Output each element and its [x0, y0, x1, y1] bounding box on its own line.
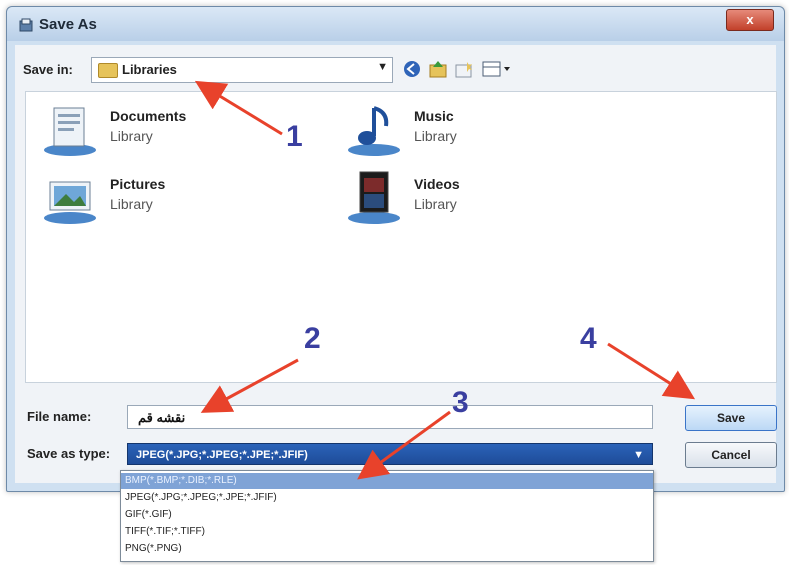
save-as-dialog: Save As x Save in: Libraries ▼ Documents…	[6, 6, 785, 492]
annotation-label-3: 3	[452, 386, 469, 419]
list-item[interactable]: Music Library	[344, 102, 564, 158]
chevron-down-icon[interactable]: ▼	[633, 444, 644, 466]
close-button[interactable]: x	[726, 9, 774, 31]
dropdown-option[interactable]: JPEG(*.JPG;*.JPEG;*.JPE;*.JFIF)	[121, 490, 653, 506]
new-folder-icon[interactable]	[453, 59, 475, 79]
save-as-type-value: JPEG(*.JPG;*.JPEG;*.JPE;*.JFIF)	[136, 449, 308, 461]
window-title: Save As	[39, 16, 97, 33]
item-name: Music	[414, 108, 454, 124]
videos-library-icon	[348, 171, 400, 224]
documents-library-icon	[44, 107, 96, 156]
chevron-down-icon[interactable]: ▼	[377, 61, 388, 73]
cancel-button[interactable]: Cancel	[685, 442, 777, 468]
list-item[interactable]: Pictures Library	[40, 170, 260, 226]
item-name: Videos	[414, 176, 460, 192]
dropdown-option[interactable]: TIFF(*.TIF;*.TIFF)	[121, 524, 653, 540]
file-name-label: File name:	[27, 409, 92, 424]
view-menu-icon[interactable]	[481, 59, 513, 79]
item-name: Documents	[110, 108, 187, 124]
save-as-type-label: Save as type:	[27, 446, 111, 461]
file-name-input[interactable]: نقشه قم	[127, 405, 653, 429]
back-icon[interactable]	[401, 59, 423, 79]
item-name: Pictures	[110, 176, 166, 192]
annotation-label-4: 4	[580, 322, 597, 355]
item-subtitle: Library	[414, 196, 457, 212]
dropdown-option[interactable]: GIF(*.GIF)	[121, 507, 653, 523]
item-subtitle: Library	[414, 128, 457, 144]
annotation-label-1: 1	[286, 120, 303, 153]
save-in-row: Save in: Libraries ▼	[15, 57, 776, 83]
music-library-icon	[348, 106, 400, 156]
item-subtitle: Library	[110, 128, 153, 144]
save-in-combo[interactable]: Libraries ▼	[91, 57, 393, 83]
libraries-folder-icon	[98, 63, 118, 78]
save-in-label: Save in:	[23, 62, 73, 77]
pictures-library-icon	[44, 181, 96, 224]
save-button[interactable]: Save	[685, 405, 777, 431]
file-list-pane: Documents Library Music Library Pictures…	[25, 91, 777, 383]
title-bar: Save As x	[7, 7, 784, 41]
item-subtitle: Library	[110, 196, 153, 212]
save-as-type-select[interactable]: JPEG(*.JPG;*.JPEG;*.JPE;*.JFIF) ▼	[127, 443, 653, 465]
save-in-value: Libraries	[122, 62, 177, 77]
list-item[interactable]: Videos Library	[344, 170, 564, 226]
dialog-body: Save in: Libraries ▼ Documents Library M…	[15, 45, 777, 483]
up-folder-icon[interactable]	[427, 59, 449, 79]
save-icon	[19, 18, 33, 32]
dropdown-option[interactable]: PNG(*.PNG)	[121, 541, 653, 557]
save-as-type-dropdown: BMP(*.BMP;*.DIB;*.RLE) JPEG(*.JPG;*.JPEG…	[120, 470, 654, 562]
annotation-label-2: 2	[304, 322, 321, 355]
list-item[interactable]: Documents Library	[40, 102, 260, 158]
dropdown-option[interactable]: BMP(*.BMP;*.DIB;*.RLE)	[121, 473, 653, 489]
